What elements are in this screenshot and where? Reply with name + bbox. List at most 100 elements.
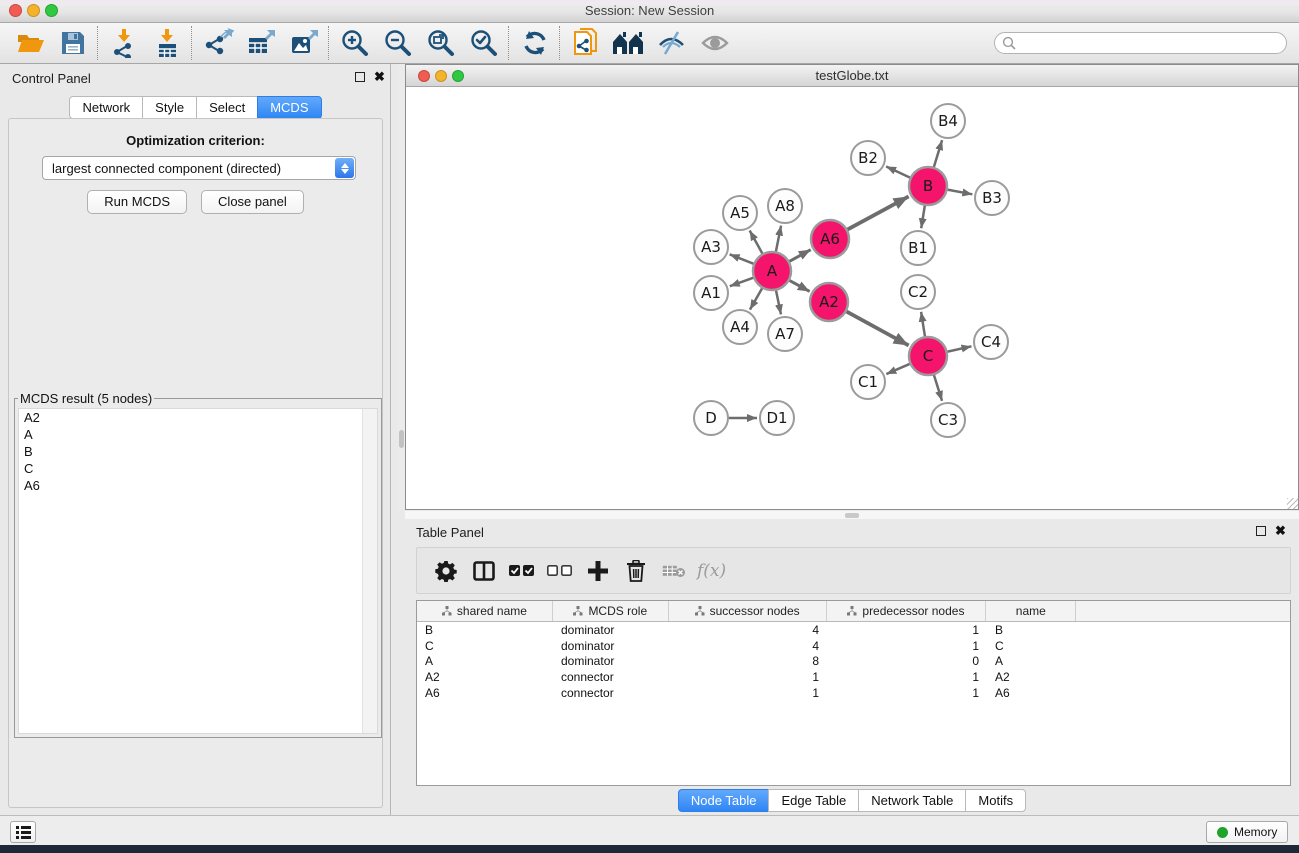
table-cell[interactable]: dominator	[553, 654, 669, 668]
tab-select[interactable]: Select	[196, 96, 258, 119]
table-cell[interactable]: 4	[669, 623, 827, 637]
graph-edge-C-C4[interactable]	[947, 346, 972, 352]
tab-network-table[interactable]: Network Table	[858, 789, 966, 812]
show-all-icon[interactable]	[693, 25, 736, 61]
zoom-fit-icon[interactable]	[419, 25, 462, 61]
export-network-icon[interactable]	[196, 25, 239, 61]
minimize-window-button[interactable]	[27, 4, 40, 17]
result-item-a6[interactable]: A6	[19, 477, 377, 494]
minimize-network-window-button[interactable]	[435, 70, 447, 82]
graph-edge-C-C3[interactable]	[934, 374, 942, 401]
optimization-criterion-dropdown[interactable]: largest connected component (directed)	[42, 156, 356, 180]
close-panel-icon[interactable]: ✖	[1275, 526, 1286, 536]
result-item-a[interactable]: A	[19, 426, 377, 443]
column-header-successor-nodes[interactable]: successor nodes	[669, 601, 827, 621]
result-item-c[interactable]: C	[19, 460, 377, 477]
deselect-all-checkboxes-icon[interactable]	[541, 552, 579, 590]
close-window-button[interactable]	[9, 4, 22, 17]
graph-edge-A-A7[interactable]	[776, 290, 781, 315]
table-cell[interactable]: B	[417, 623, 553, 637]
close-panel-icon[interactable]: ✖	[374, 72, 385, 82]
table-cell[interactable]: A2	[417, 670, 553, 684]
graph-edge-A2-C[interactable]	[846, 311, 909, 345]
refresh-icon[interactable]	[513, 25, 556, 61]
table-cell[interactable]: connector	[553, 686, 669, 700]
maximize-window-button[interactable]	[45, 4, 58, 17]
table-cell[interactable]: A6	[987, 686, 1077, 700]
graph-edge-B-B3[interactable]	[947, 190, 973, 195]
graph-edge-A-A3[interactable]	[730, 254, 755, 264]
hide-selected-icon[interactable]	[650, 25, 693, 61]
network-window-titlebar[interactable]: testGlobe.txt	[406, 65, 1298, 87]
delete-table-icon[interactable]	[655, 552, 693, 590]
export-image-icon[interactable]	[282, 25, 325, 61]
first-neighbors-icon[interactable]	[607, 25, 650, 61]
task-history-button[interactable]	[10, 821, 36, 843]
table-row[interactable]: A2connector11A2	[417, 669, 1290, 685]
node-table[interactable]: shared nameMCDS rolesuccessor nodesprede…	[416, 600, 1291, 786]
tab-node-table[interactable]: Node Table	[678, 789, 770, 812]
tab-style[interactable]: Style	[142, 96, 197, 119]
table-cell[interactable]: 1	[827, 639, 987, 653]
table-cell[interactable]: C	[417, 639, 553, 653]
window-resize-grip[interactable]	[1287, 498, 1298, 509]
save-session-icon[interactable]	[51, 25, 94, 61]
result-item-a2[interactable]: A2	[19, 409, 377, 426]
graph-edge-B-B2[interactable]	[886, 166, 911, 178]
close-panel-button[interactable]: Close panel	[201, 190, 304, 214]
add-column-icon[interactable]	[579, 552, 617, 590]
graph-edge-A-A5[interactable]	[750, 231, 763, 255]
tab-network[interactable]: Network	[69, 96, 143, 119]
graph-edge-A-A2[interactable]	[789, 280, 810, 291]
table-cell[interactable]: dominator	[553, 639, 669, 653]
run-mcds-button[interactable]: Run MCDS	[87, 190, 187, 214]
export-table-icon[interactable]	[239, 25, 282, 61]
graph-edge-B-B1[interactable]	[921, 205, 925, 228]
close-network-window-button[interactable]	[418, 70, 430, 82]
table-row[interactable]: Adominator80A	[417, 653, 1290, 669]
graph-edge-A-A1[interactable]	[730, 277, 754, 286]
duplicate-network-icon[interactable]	[564, 25, 607, 61]
table-cell[interactable]: 4	[669, 639, 827, 653]
memory-button[interactable]: Memory	[1206, 821, 1288, 843]
graph-edge-A-A4[interactable]	[750, 287, 763, 309]
import-network-icon[interactable]	[102, 25, 145, 61]
table-row[interactable]: Bdominator41B	[417, 622, 1290, 638]
table-cell[interactable]: A	[417, 654, 553, 668]
network-canvas[interactable]: B4B2BB3A8A5A6B1A3AC2A1A2A4A7C4CC1C3DD1	[407, 87, 1298, 509]
zoom-in-icon[interactable]	[333, 25, 376, 61]
show-column-icon[interactable]	[465, 552, 503, 590]
graph-edge-A6-B[interactable]	[847, 196, 909, 229]
column-header-mcds-role[interactable]: MCDS role	[553, 601, 669, 621]
table-cell[interactable]: A2	[987, 670, 1077, 684]
table-cell[interactable]: 0	[827, 654, 987, 668]
open-file-icon[interactable]	[8, 25, 51, 61]
tab-mcds[interactable]: MCDS	[257, 96, 321, 119]
table-cell[interactable]: B	[987, 623, 1077, 637]
delete-column-icon[interactable]	[617, 552, 655, 590]
result-list-scrollbar[interactable]	[362, 409, 377, 733]
table-cell[interactable]: C	[987, 639, 1077, 653]
table-row[interactable]: A6connector11A6	[417, 685, 1290, 701]
select-all-checkboxes-icon[interactable]	[503, 552, 541, 590]
graph-edge-A-A6[interactable]	[789, 250, 811, 262]
tab-edge-table[interactable]: Edge Table	[768, 789, 859, 812]
maximize-network-window-button[interactable]	[452, 70, 464, 82]
table-cell[interactable]: A6	[417, 686, 553, 700]
mcds-result-list[interactable]: A2ABCA6	[18, 408, 378, 734]
zoom-out-icon[interactable]	[376, 25, 419, 61]
function-builder-icon[interactable]: f(x)	[697, 561, 726, 581]
column-header-shared-name[interactable]: shared name	[417, 601, 553, 621]
search-field[interactable]	[994, 32, 1287, 54]
search-input[interactable]	[994, 32, 1287, 54]
table-cell[interactable]: 1	[827, 623, 987, 637]
graph-edge-B-B4[interactable]	[934, 140, 943, 168]
table-cell[interactable]: 1	[669, 686, 827, 700]
desktop-vertical-scrollbar-thumb[interactable]	[399, 430, 404, 448]
tab-motifs[interactable]: Motifs	[965, 789, 1026, 812]
import-table-icon[interactable]	[145, 25, 188, 61]
result-item-b[interactable]: B	[19, 443, 377, 460]
table-cell[interactable]: 8	[669, 654, 827, 668]
column-header-name[interactable]: name	[986, 601, 1076, 621]
table-cell[interactable]: dominator	[553, 623, 669, 637]
